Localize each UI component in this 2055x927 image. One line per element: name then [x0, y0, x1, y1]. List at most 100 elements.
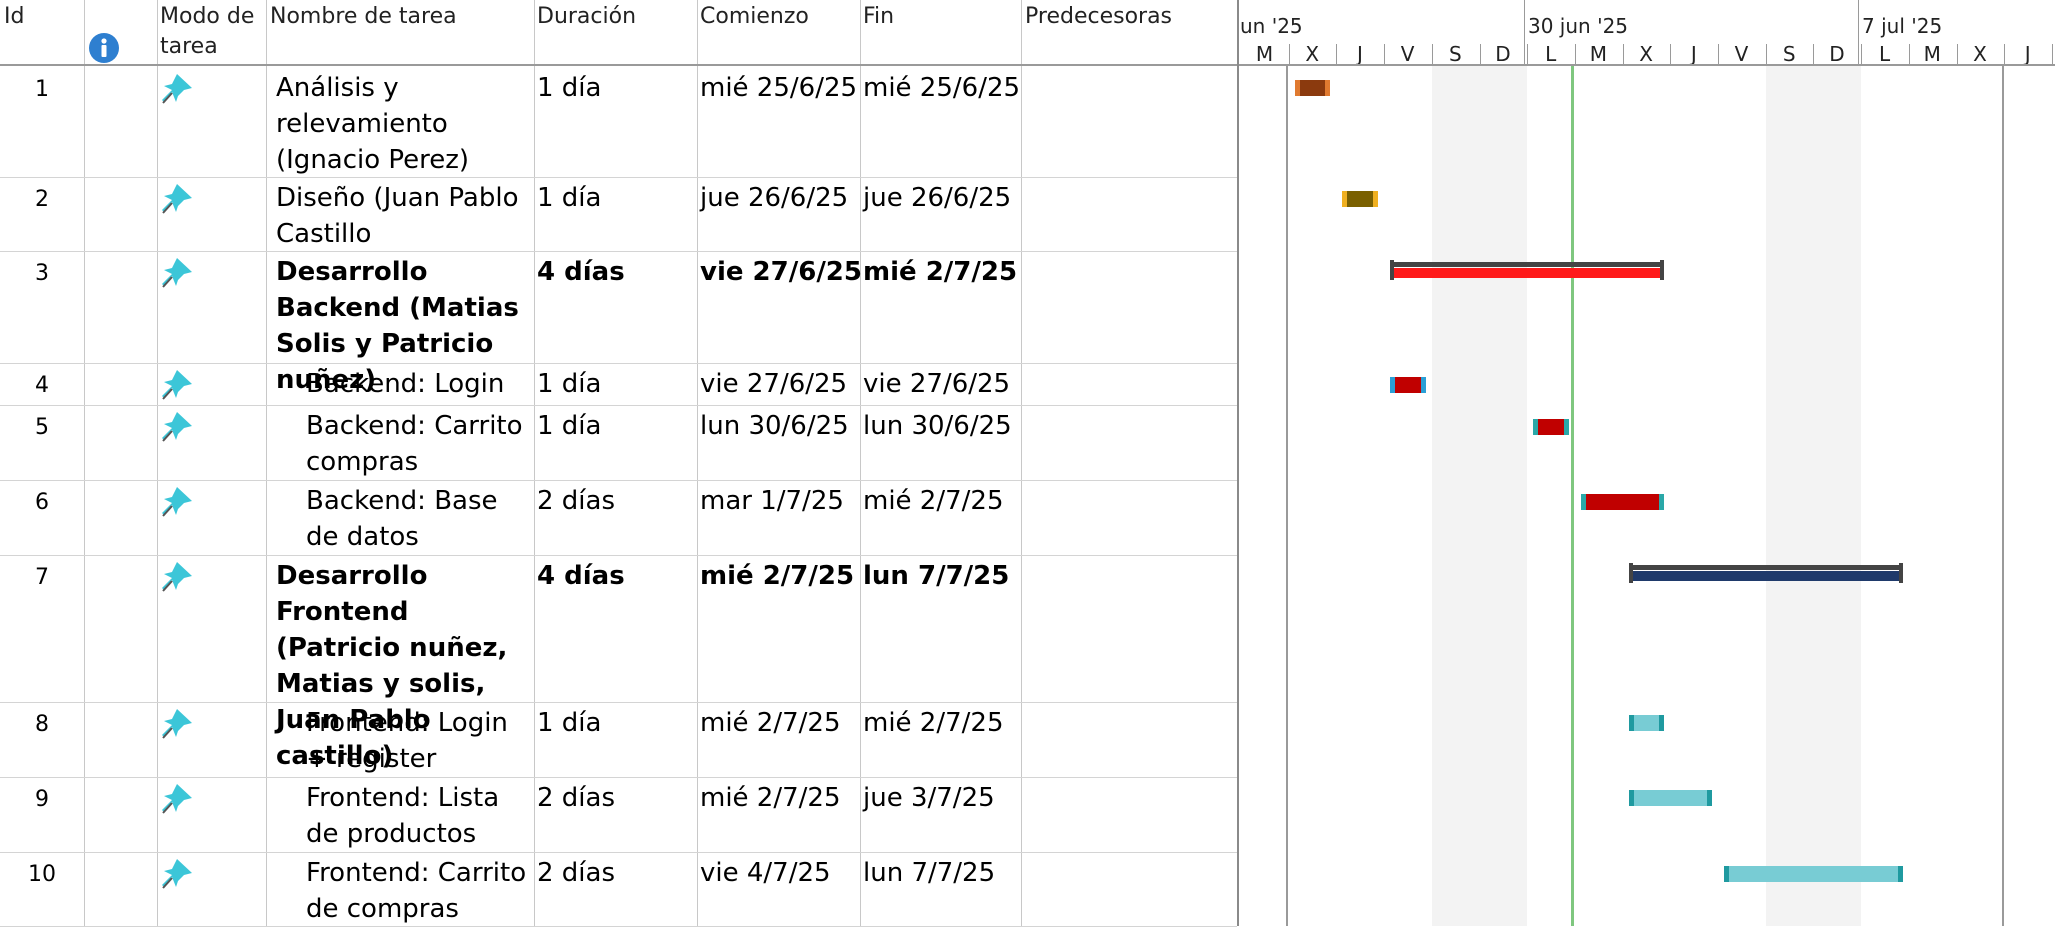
task-id[interactable]: 8: [0, 707, 84, 743]
column-header-id[interactable]: Id: [4, 2, 24, 32]
column-header-start[interactable]: Comienzo: [700, 2, 809, 32]
task-start[interactable]: vie 27/6/25: [700, 366, 847, 402]
pin-icon[interactable]: [160, 782, 194, 816]
task-id[interactable]: 10: [0, 857, 84, 893]
task-start[interactable]: vie 27/6/25: [700, 254, 862, 290]
pin-icon[interactable]: [160, 368, 194, 402]
task-bar[interactable]: [1628, 790, 1712, 806]
task-name[interactable]: Backend: Carrito compras: [306, 408, 532, 480]
task-name[interactable]: Frontend: Lista de productos: [306, 780, 532, 852]
task-duration[interactable]: 1 día: [537, 705, 601, 741]
column-header-finish[interactable]: Fin: [863, 2, 894, 32]
task-finish[interactable]: mié 2/7/25: [863, 483, 1004, 519]
task-name[interactable]: Backend: Login: [306, 366, 532, 402]
summary-bar-outline: [1390, 262, 1665, 267]
timescale-day-label: D: [1495, 42, 1511, 66]
column-header-predecessors[interactable]: Predecesoras: [1025, 2, 1172, 32]
task-start[interactable]: jue 26/6/25: [700, 180, 848, 216]
task-duration[interactable]: 4 días: [537, 254, 625, 290]
timescale-day-label: S: [1782, 42, 1796, 66]
timescale-day-label: D: [1829, 42, 1845, 66]
row-divider: [0, 702, 1237, 703]
row-divider: [0, 363, 1237, 364]
task-bar[interactable]: [1724, 866, 1903, 882]
task-finish[interactable]: lun 30/6/25: [863, 408, 1012, 444]
task-name[interactable]: Análisis y relevamiento (Ignacio Perez): [276, 70, 532, 178]
task-bar-start-cap: [1628, 715, 1634, 731]
task-duration[interactable]: 1 día: [537, 408, 601, 444]
task-start[interactable]: mié 25/6/25: [700, 70, 857, 106]
task-duration[interactable]: 2 días: [537, 780, 615, 816]
summary-bar: [1390, 260, 1665, 280]
task-duration[interactable]: 1 día: [537, 180, 601, 216]
column-header-mode[interactable]: Modo de tarea: [160, 2, 266, 62]
pin-icon[interactable]: [160, 560, 194, 594]
task-bar-end-cap: [1659, 715, 1665, 731]
task-name[interactable]: Backend: Base de datos: [306, 483, 532, 555]
row-divider: [0, 405, 1237, 406]
task-name[interactable]: Frontend: Carrito de compras: [306, 855, 532, 927]
task-id[interactable]: 6: [0, 485, 84, 521]
task-finish[interactable]: mié 2/7/25: [863, 254, 1017, 290]
timescale-day-label: J: [2024, 42, 2031, 66]
task-duration[interactable]: 2 días: [537, 855, 615, 891]
task-bar-end-cap: [1563, 419, 1569, 435]
task-bar[interactable]: [1580, 494, 1665, 510]
task-start[interactable]: vie 4/7/25: [700, 855, 831, 891]
row-divider: [0, 480, 1237, 481]
pin-icon[interactable]: [160, 485, 194, 519]
gantt-chart: un '25 30 jun '25 7 jul '25 M X J V S D L M X J V S D L M…: [1237, 0, 2055, 926]
task-finish[interactable]: jue 26/6/25: [863, 180, 1011, 216]
summary-bar-fill: [1628, 571, 1903, 581]
weekend-band: [1765, 66, 1862, 926]
task-name[interactable]: Diseño (Juan Pablo Castillo: [276, 180, 532, 252]
task-duration[interactable]: 1 día: [537, 70, 601, 106]
task-duration[interactable]: 1 día: [537, 366, 601, 402]
task-finish[interactable]: lun 7/7/25: [863, 558, 1009, 594]
task-duration[interactable]: 2 días: [537, 483, 615, 519]
column-divider: [697, 0, 698, 926]
task-finish[interactable]: lun 7/7/25: [863, 855, 995, 891]
timescale-day-label: J: [1690, 42, 1697, 66]
task-id[interactable]: 4: [0, 368, 84, 404]
pin-icon[interactable]: [160, 256, 194, 290]
task-bar[interactable]: [1294, 80, 1331, 96]
task-id[interactable]: 3: [0, 256, 84, 292]
task-id[interactable]: 7: [0, 560, 84, 596]
column-header-duration[interactable]: Duración: [537, 2, 636, 32]
pin-icon[interactable]: [160, 707, 194, 741]
task-finish[interactable]: vie 27/6/25: [863, 366, 1010, 402]
task-bar-start-cap: [1390, 377, 1396, 393]
task-start[interactable]: mié 2/7/25: [700, 705, 841, 741]
task-bar[interactable]: [1628, 715, 1665, 731]
row-divider: [0, 251, 1237, 252]
task-id[interactable]: 9: [0, 782, 84, 818]
pin-icon[interactable]: [160, 182, 194, 216]
task-id[interactable]: 2: [0, 182, 84, 218]
column-header-name[interactable]: Nombre de tarea: [270, 2, 457, 32]
task-name[interactable]: Frontend: Login + register: [306, 705, 532, 777]
task-start[interactable]: lun 30/6/25: [700, 408, 849, 444]
task-finish[interactable]: mié 25/6/25: [863, 70, 1020, 106]
pin-icon[interactable]: [160, 72, 194, 106]
task-finish[interactable]: mié 2/7/25: [863, 705, 1004, 741]
column-header-info[interactable]: [88, 32, 120, 64]
task-id[interactable]: 1: [0, 72, 84, 108]
timescale-day-label: M: [1255, 42, 1274, 66]
task-start[interactable]: mar 1/7/25: [700, 483, 844, 519]
task-bar[interactable]: [1533, 419, 1569, 435]
task-bar-end-cap: [1897, 866, 1903, 882]
task-start[interactable]: mié 2/7/25: [700, 558, 854, 594]
task-start[interactable]: mié 2/7/25: [700, 780, 841, 816]
task-duration[interactable]: 4 días: [537, 558, 625, 594]
pin-icon[interactable]: [160, 410, 194, 444]
task-bar[interactable]: [1390, 377, 1426, 393]
task-bar[interactable]: [1342, 191, 1379, 207]
task-finish[interactable]: jue 3/7/25: [863, 780, 995, 816]
timescale-day-tick: [2051, 44, 2053, 66]
task-bar-end-cap: [1420, 377, 1426, 393]
task-id[interactable]: 5: [0, 410, 84, 446]
pin-icon[interactable]: [160, 857, 194, 891]
summary-bar: [1628, 563, 1903, 583]
timescale-day-label: J: [1356, 42, 1363, 66]
